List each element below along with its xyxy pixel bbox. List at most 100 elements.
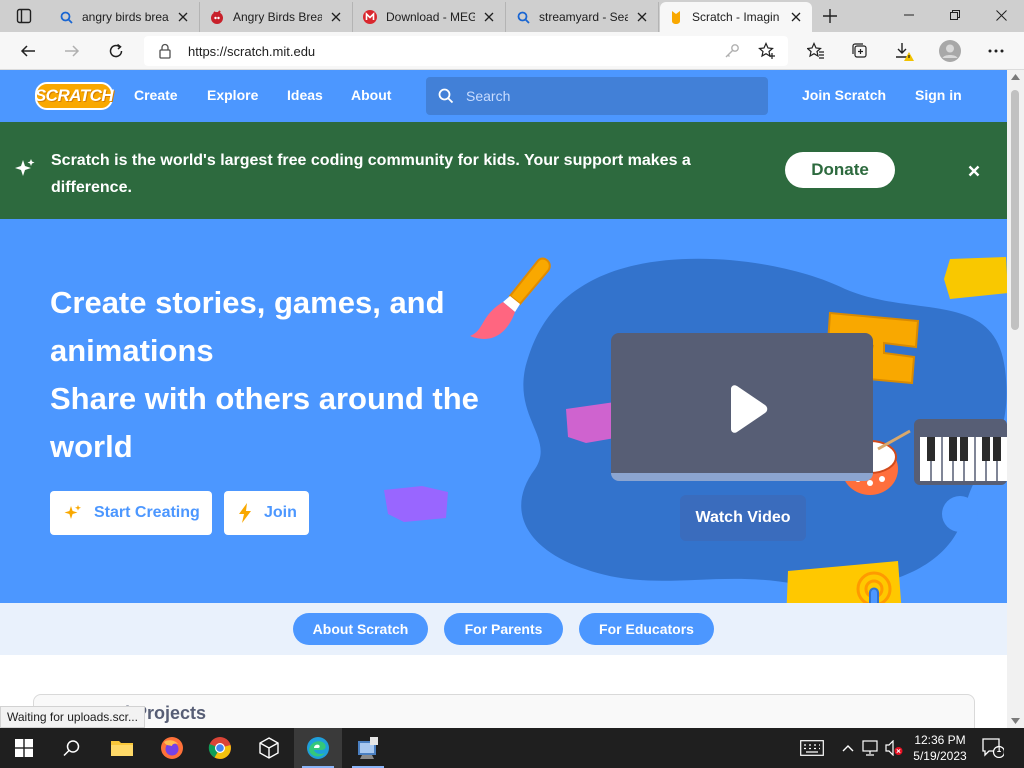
address-bar[interactable]: https://scratch.mit.edu	[144, 36, 788, 66]
scrollbar-thumb[interactable]	[1011, 90, 1019, 330]
for-parents-button[interactable]: For Parents	[444, 613, 563, 645]
cube-icon	[259, 737, 279, 759]
installer-taskbar-button[interactable]	[344, 728, 392, 768]
watch-video-button[interactable]: Watch Video	[680, 495, 806, 541]
search-icon	[63, 740, 80, 757]
search-box	[426, 77, 768, 115]
search-input[interactable]	[466, 86, 756, 106]
scroll-down-icon[interactable]	[1011, 718, 1020, 724]
tab-angry-birds-search[interactable]: angry birds brea	[50, 2, 200, 32]
angry-bird-icon	[209, 9, 225, 25]
avatar-icon	[939, 40, 961, 62]
favorites-button[interactable]	[802, 37, 830, 65]
chevron-up-icon	[842, 745, 854, 752]
nav-about[interactable]: About	[351, 87, 391, 103]
close-window-button[interactable]	[978, 0, 1024, 30]
tab-scratch[interactable]: Scratch - Imagin	[660, 2, 812, 32]
windows-logo-icon	[15, 739, 33, 757]
page-scrollbar[interactable]	[1007, 70, 1024, 728]
hero-section: Create stories, games, and animations Sh…	[0, 219, 1007, 603]
donate-button[interactable]: Donate	[785, 152, 895, 188]
tab-actions-button[interactable]	[8, 4, 40, 28]
network-tray-button[interactable]	[860, 738, 880, 758]
play-icon[interactable]	[725, 385, 769, 433]
new-tab-button[interactable]	[818, 4, 842, 28]
show-hidden-icons-button[interactable]	[838, 738, 858, 758]
taskbar-clock[interactable]: 12:36 PM 5/19/2023	[908, 732, 972, 764]
sparkle-icon	[14, 158, 36, 185]
close-tab-icon[interactable]	[634, 9, 650, 25]
downloads-button[interactable]	[890, 37, 918, 65]
start-button[interactable]	[0, 728, 48, 768]
hero-line-create: Create stories, games, and animations	[50, 285, 445, 368]
hero-heading: Create stories, games, and animations Sh…	[50, 279, 520, 471]
keyboard-tray-button[interactable]	[800, 738, 824, 758]
join-label: Join	[264, 504, 297, 521]
url-text: https://scratch.mit.edu	[188, 44, 316, 59]
hand-tap-sprite	[786, 561, 902, 603]
sign-in-link[interactable]: Sign in	[915, 87, 962, 103]
edge-taskbar-button[interactable]	[294, 728, 342, 768]
clock-time: 12:36 PM	[914, 733, 966, 747]
scroll-up-icon[interactable]	[1011, 74, 1020, 80]
edge-icon	[307, 737, 329, 759]
tab-title: Download - MEG	[386, 10, 475, 24]
refresh-icon	[109, 43, 123, 58]
nav-ideas[interactable]: Ideas	[287, 87, 323, 103]
collections-icon	[852, 43, 867, 58]
firefox-icon	[161, 737, 183, 759]
start-creating-label: Start Creating	[94, 504, 200, 521]
profile-button[interactable]	[936, 37, 964, 65]
tab-title: streamyard - Sea	[539, 10, 628, 24]
notifications-button[interactable]: 1	[982, 738, 1004, 758]
nav-explore[interactable]: Explore	[207, 87, 258, 103]
scratch-cat-icon	[668, 9, 684, 25]
back-button[interactable]	[14, 37, 42, 65]
taskbar-search-button[interactable]	[48, 728, 96, 768]
add-favorite-icon[interactable]	[758, 42, 776, 65]
tab-mega-download[interactable]: Download - MEG	[354, 2, 506, 32]
minimize-button[interactable]	[886, 0, 932, 30]
volume-tray-button[interactable]	[884, 738, 904, 758]
main-content: Featured Projects	[0, 655, 1007, 754]
join-scratch-link[interactable]: Join Scratch	[802, 87, 886, 103]
keyboard-sprite	[914, 419, 1007, 485]
join-button[interactable]: Join	[224, 491, 309, 535]
lock-icon[interactable]	[158, 43, 172, 64]
collections-button[interactable]	[846, 37, 874, 65]
sparkle-icon	[64, 504, 82, 522]
forward-button[interactable]	[58, 37, 86, 65]
tab-angry-birds[interactable]: Angry Birds Brea	[201, 2, 353, 32]
close-icon	[995, 9, 1007, 21]
scratch-logo[interactable]: SCRATCH	[35, 82, 114, 110]
restore-button[interactable]	[932, 0, 978, 30]
plus-icon	[823, 9, 837, 23]
close-tab-icon[interactable]	[328, 9, 344, 25]
close-tab-icon[interactable]	[481, 9, 497, 25]
key-icon[interactable]	[724, 43, 740, 64]
folder-icon	[111, 741, 133, 756]
file-explorer-taskbar-button[interactable]	[98, 728, 146, 768]
close-tab-icon[interactable]	[788, 9, 804, 25]
for-educators-button[interactable]: For Educators	[579, 613, 714, 645]
sub-navigation: About Scratch For Parents For Educators	[0, 603, 1007, 655]
tab-title: Angry Birds Brea	[233, 10, 322, 24]
mega-icon	[362, 9, 378, 25]
firefox-taskbar-button[interactable]	[148, 728, 196, 768]
chrome-taskbar-button[interactable]	[196, 728, 244, 768]
refresh-button[interactable]	[102, 37, 130, 65]
start-creating-button[interactable]: Start Creating	[50, 491, 212, 535]
close-tab-icon[interactable]	[175, 9, 191, 25]
nav-create[interactable]: Create	[134, 87, 178, 103]
about-scratch-button[interactable]: About Scratch	[293, 613, 428, 645]
hero-line-share: Share with others around the world	[50, 381, 479, 464]
browser-toolbar: https://scratch.mit.edu	[0, 32, 1024, 70]
favorites-icon	[807, 42, 824, 59]
search-icon	[438, 88, 454, 109]
close-icon	[968, 165, 980, 177]
tab-streamyard-search[interactable]: streamyard - Sea	[507, 2, 659, 32]
3d-viewer-taskbar-button[interactable]	[245, 728, 293, 768]
close-banner-button[interactable]	[960, 157, 988, 185]
settings-more-button[interactable]	[982, 37, 1010, 65]
chrome-icon	[208, 737, 231, 759]
